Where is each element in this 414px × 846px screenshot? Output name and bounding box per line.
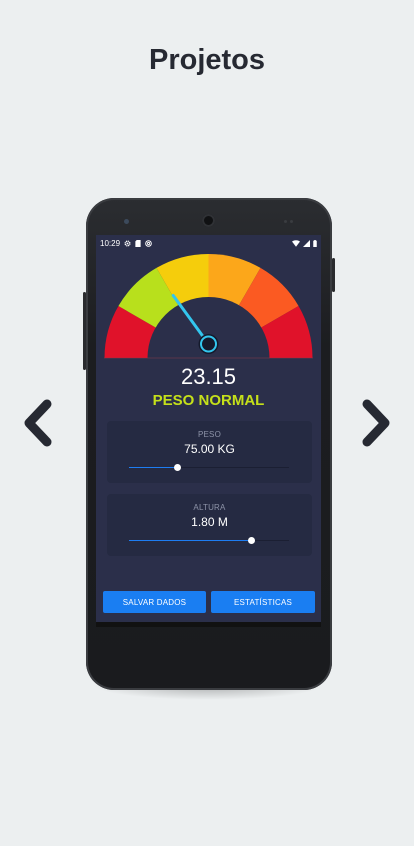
slider-fill	[129, 540, 251, 541]
app-screen: 10:29 23.15 PESO NORMAL PESO 75.00 KG AL…	[96, 235, 321, 627]
weight-label: PESO	[197, 430, 222, 439]
height-card: ALTURA 1.80 M	[107, 494, 312, 556]
save-data-button[interactable]: SALVAR DADOS	[103, 591, 206, 613]
phone-power-button	[332, 258, 335, 292]
slider-fill	[129, 467, 177, 468]
height-slider[interactable]	[129, 536, 289, 546]
phone-speaker	[124, 219, 129, 224]
bmi-gauge	[104, 254, 313, 361]
battery-icon	[313, 239, 317, 247]
weight-value: 75.00 KG	[184, 442, 235, 456]
weight-slider[interactable]	[129, 463, 289, 473]
statistics-button[interactable]: ESTATÍSTICAS	[211, 591, 315, 613]
height-label: ALTURA	[193, 503, 226, 512]
status-time: 10:29	[100, 238, 121, 248]
page-title: Projetos	[148, 44, 266, 76]
bmi-status-label: PESO NORMAL	[152, 392, 265, 409]
weight-card: PESO 75.00 KG	[107, 421, 312, 483]
chevron-left-icon	[24, 399, 52, 447]
height-value: 1.80 M	[191, 515, 228, 529]
phone-sensor	[284, 220, 287, 223]
slider-thumb[interactable]	[174, 464, 181, 471]
navigation-bar	[96, 622, 321, 627]
wifi-icon	[292, 239, 300, 247]
gear-icon	[124, 239, 131, 247]
status-bar: 10:29	[96, 235, 321, 251]
bmi-value: 23.15	[180, 364, 237, 389]
phone-sensor	[290, 220, 293, 223]
previous-button[interactable]	[20, 398, 54, 448]
at-sign-icon	[145, 239, 152, 247]
next-button[interactable]	[360, 398, 394, 448]
chevron-right-icon	[362, 399, 390, 447]
phone-camera	[202, 214, 215, 227]
signal-icon	[303, 239, 310, 247]
sd-card-icon	[135, 239, 141, 247]
phone-side-button	[83, 292, 86, 370]
slider-thumb[interactable]	[247, 537, 255, 544]
